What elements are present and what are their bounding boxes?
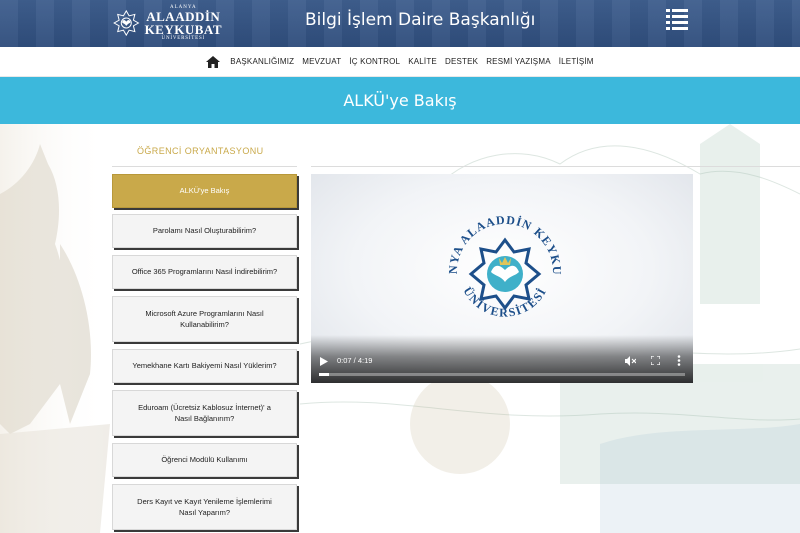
logo-line-3: KEYKUBAT <box>144 22 222 37</box>
home-icon[interactable] <box>206 55 221 68</box>
nav-item-ic-kontrol[interactable]: İÇ KONTROL <box>349 57 400 66</box>
sidebar-item-eduroam[interactable]: Eduroam (Ücretsiz Kablosuz İnternet)' a … <box>112 390 297 436</box>
more-options-icon[interactable] <box>677 355 681 366</box>
nav-item-kalite[interactable]: KALİTE <box>408 57 437 66</box>
sidebar-item-ogrenci-modulu[interactable]: Öğrenci Modülü Kullanımı <box>112 443 297 477</box>
nav-item-iletisim[interactable]: İLETİŞİM <box>559 57 594 66</box>
university-emblem-icon <box>113 9 140 37</box>
sidebar-divider <box>112 166 297 167</box>
university-logo[interactable]: ALANYA ALAADDİN KEYKUBAT ÜNİVERSİTESİ <box>112 3 222 43</box>
site-title: Bilgi İşlem Daire Başkanlığı <box>305 10 536 30</box>
sidebar-item-alku-ye-bakis[interactable]: ALKÜ'ye Bakış <box>112 174 297 208</box>
sidebar-section-title: ÖĞRENCİ ORYANTASYONU <box>137 146 264 156</box>
logo-line-4: ÜNİVERSİTESİ <box>161 36 206 41</box>
nav-item-resmi-yazisma[interactable]: RESMİ YAZIŞMA <box>486 57 551 66</box>
university-seal-logo: ALANYA ALAADDİN KEYKUBAT ÜNİVERSİTESİ <box>435 194 563 320</box>
main-navigation: BAŞKANLIĞIMIZ MEVZUAT İÇ KONTROL KALİTE … <box>0 47 800 77</box>
video-controls: 0:07 / 4:19 <box>311 335 693 383</box>
mute-icon[interactable] <box>625 356 636 366</box>
sidebar-item-microsoft-azure[interactable]: Microsoft Azure Programlarını Nasıl Kull… <box>112 296 297 342</box>
video-time: 0:07 / 4:19 <box>337 356 373 365</box>
sidebar-item-ders-kayit[interactable]: Ders Kayıt ve Kayıt Yenileme İşlemlerimi… <box>112 484 297 530</box>
nav-item-baskanligimiz[interactable]: BAŞKANLIĞIMIZ <box>230 57 294 66</box>
nav-item-mevzuat[interactable]: MEVZUAT <box>302 57 341 66</box>
content-divider <box>311 166 800 167</box>
video-progress-fill <box>319 373 329 376</box>
page-banner: ALKÜ'ye Bakış <box>0 77 800 124</box>
logo-wordmark: ALANYA ALAADDİN KEYKUBAT ÜNİVERSİTESİ <box>145 5 222 41</box>
fullscreen-icon[interactable] <box>651 356 660 365</box>
video-player[interactable]: ALANYA ALAADDİN KEYKUBAT ÜNİVERSİTESİ 0:… <box>311 174 693 383</box>
sidebar-item-office-365[interactable]: Office 365 Programlarını Nasıl İndirebil… <box>112 255 297 289</box>
sidebar-item-yemekhane-karti[interactable]: Yemekhane Kartı Bakiyemi Nasıl Yüklerim? <box>112 349 297 383</box>
sidebar-item-parola[interactable]: Parolamı Nasıl Oluşturabilirim? <box>112 214 297 248</box>
page-title: ALKÜ'ye Bakış <box>343 91 457 110</box>
site-header: ALANYA ALAADDİN KEYKUBAT ÜNİVERSİTESİ Bi… <box>0 0 800 47</box>
video-progress-bar[interactable] <box>319 373 685 376</box>
hamburger-list-icon[interactable] <box>666 8 688 30</box>
play-icon[interactable] <box>320 357 328 366</box>
nav-item-destek[interactable]: DESTEK <box>445 57 478 66</box>
